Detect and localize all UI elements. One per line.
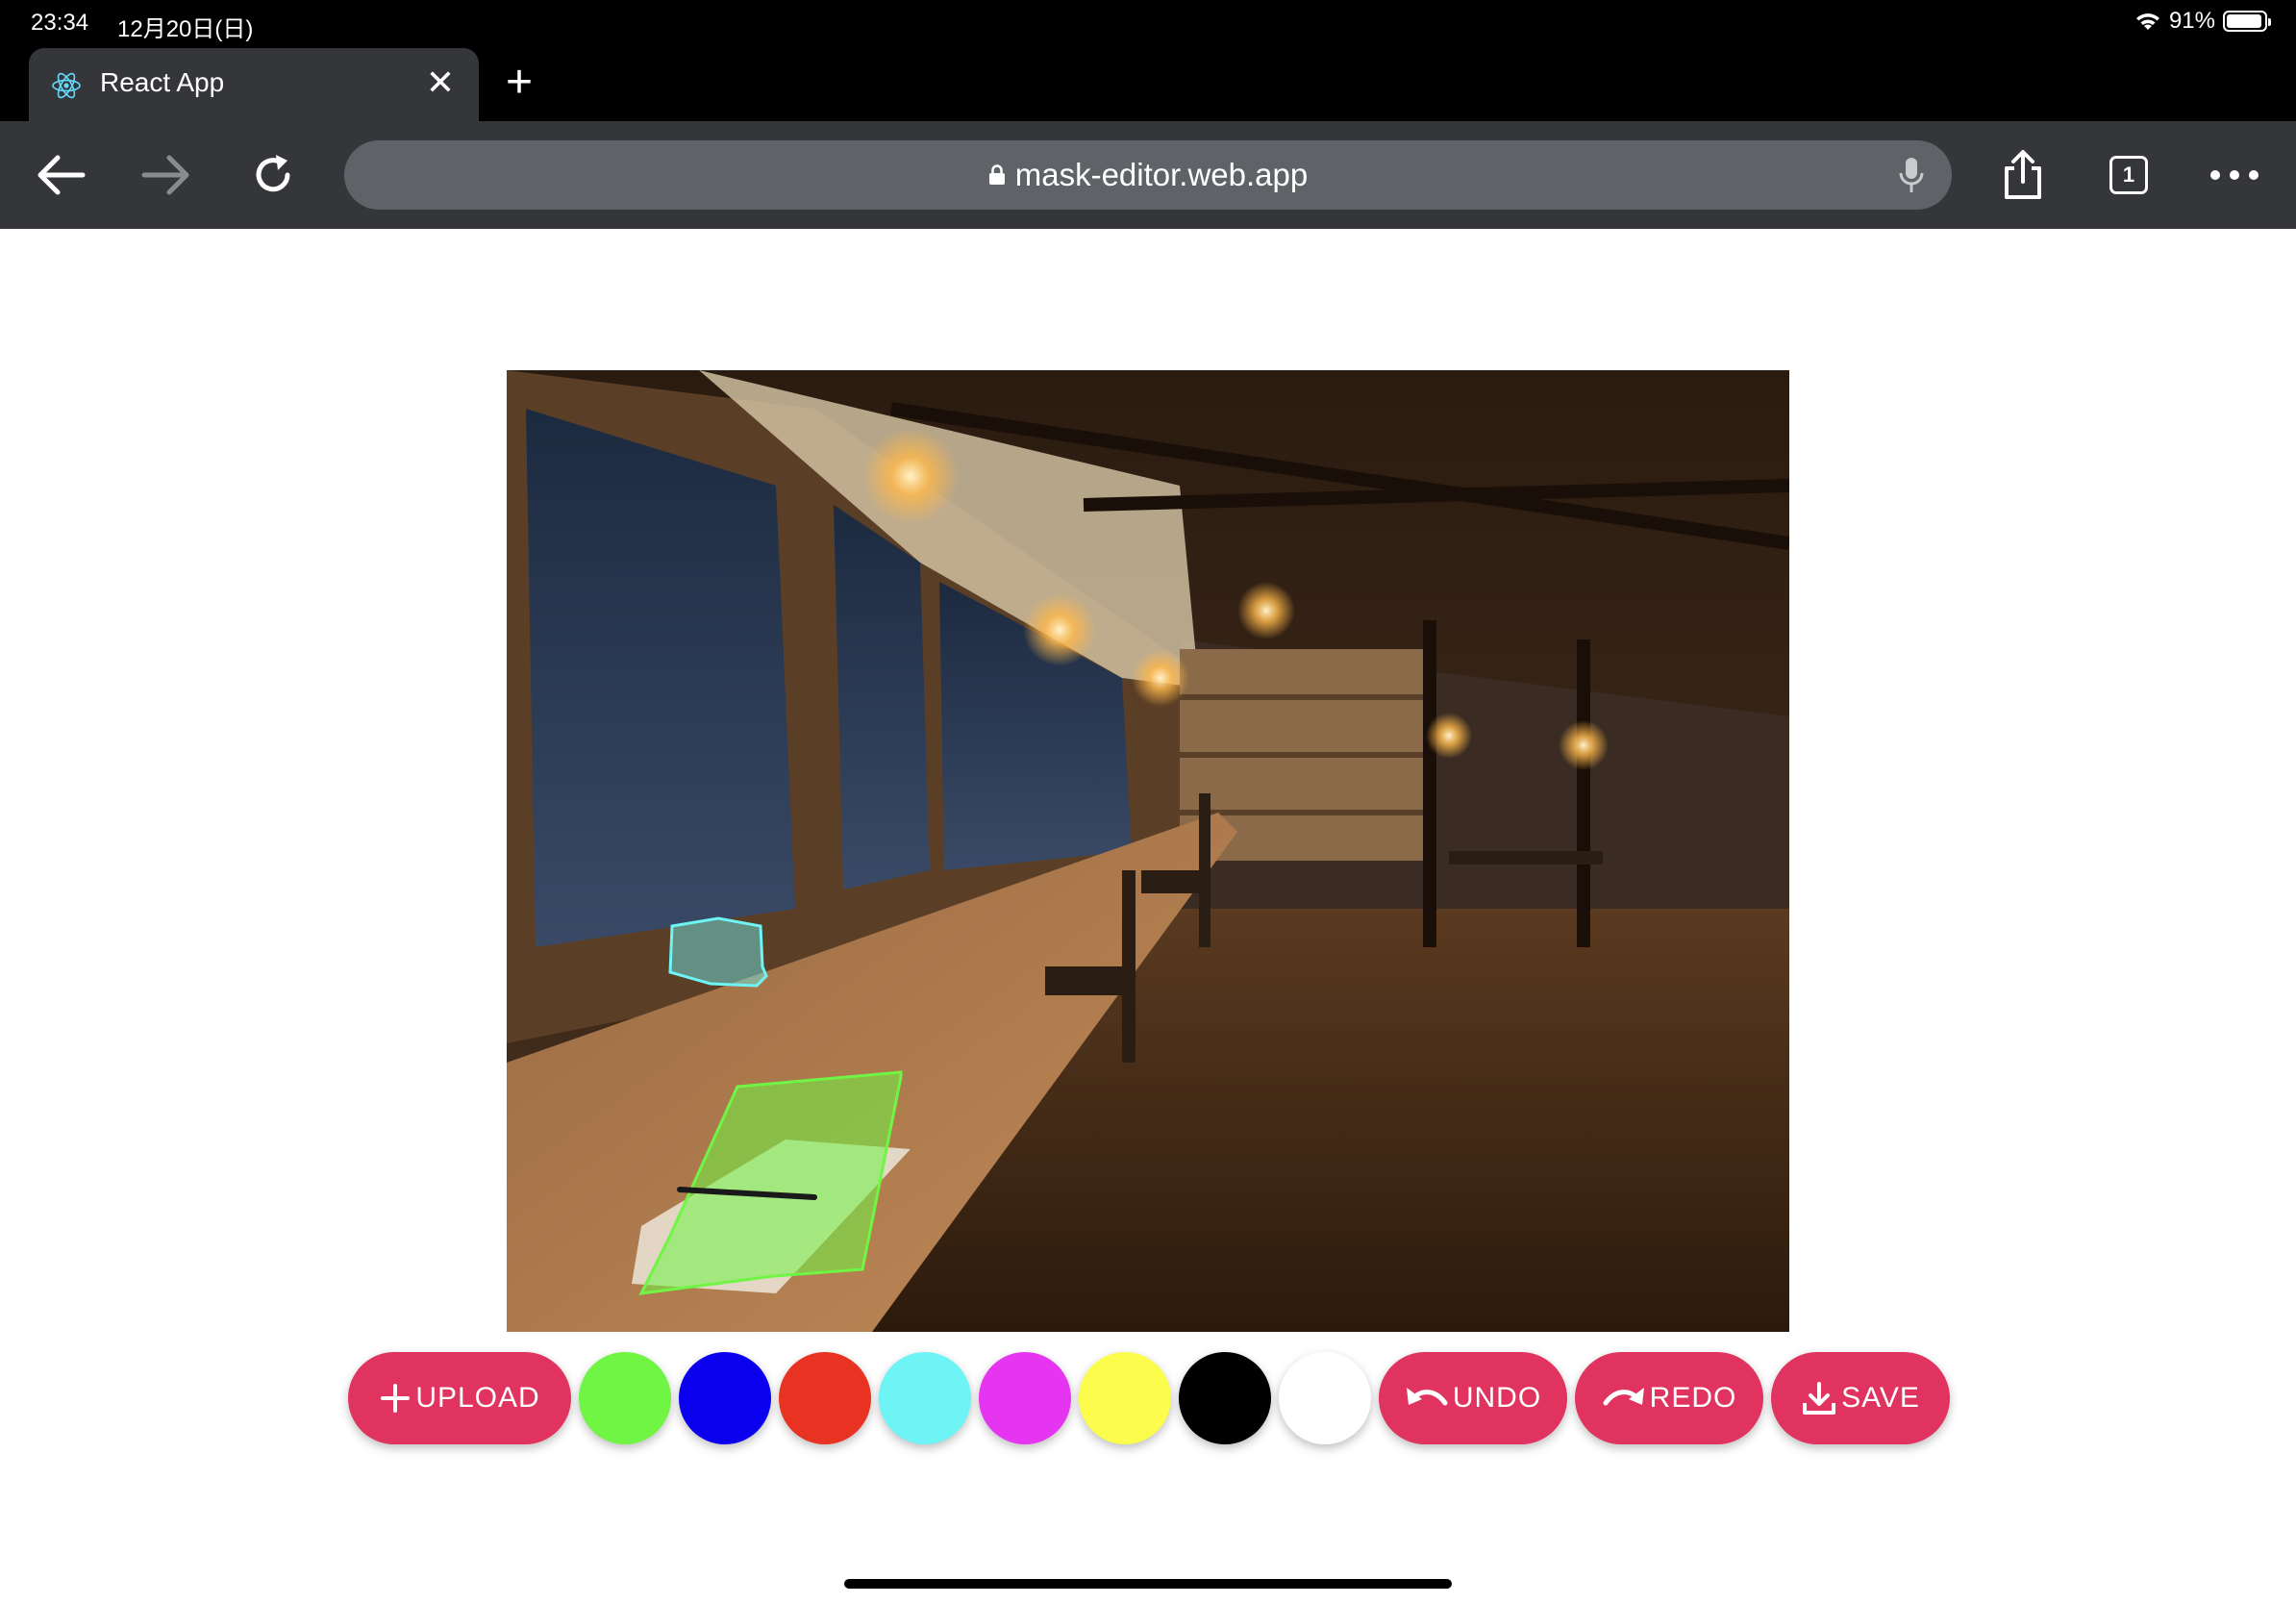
tab-title: React App <box>100 67 225 97</box>
new-tab-button[interactable]: + <box>496 52 542 113</box>
download-icon <box>1803 1382 1836 1415</box>
menu-button[interactable] <box>2204 144 2265 206</box>
microphone-icon <box>1899 158 1924 192</box>
back-button[interactable] <box>31 144 92 206</box>
status-time: 23:34 <box>31 10 89 36</box>
cyan-mask-region <box>668 916 768 988</box>
tab-strip: React App ✕ + <box>0 46 2296 121</box>
canvas-image <box>507 370 1789 1332</box>
share-icon <box>2005 150 2041 199</box>
upload-button[interactable]: UPLOAD <box>348 1352 571 1444</box>
color-swatch-black[interactable] <box>1179 1352 1271 1444</box>
forward-arrow-icon <box>141 155 189 195</box>
address-bar[interactable]: mask-editor.web.app <box>344 140 1952 210</box>
share-button[interactable] <box>1992 144 2054 206</box>
status-date: 12月20日(日) <box>117 16 254 42</box>
status-indicators: 91% <box>2134 8 2271 35</box>
reload-button[interactable] <box>242 144 304 206</box>
more-options-icon <box>2210 170 2259 180</box>
save-button[interactable]: SAVE <box>1771 1352 1950 1444</box>
back-arrow-icon <box>37 155 86 195</box>
color-swatch-red[interactable] <box>779 1352 871 1444</box>
color-swatch-yellow[interactable] <box>1079 1352 1171 1444</box>
reload-icon <box>256 155 290 192</box>
voice-search-button[interactable] <box>1890 154 1933 196</box>
forward-button[interactable] <box>135 144 196 206</box>
redo-label: REDO <box>1649 1382 1737 1414</box>
wifi-icon <box>2135 13 2159 30</box>
editor-controls: UPLOAD UNDO REDO SAVE <box>348 1352 1950 1444</box>
browser-tab[interactable]: React App ✕ <box>29 48 479 121</box>
undo-label: UNDO <box>1452 1382 1542 1414</box>
plus-icon <box>381 1384 411 1413</box>
undo-button[interactable]: UNDO <box>1379 1352 1567 1444</box>
color-swatch-magenta[interactable] <box>979 1352 1071 1444</box>
color-swatch-white[interactable] <box>1279 1352 1371 1444</box>
undo-icon <box>1406 1388 1448 1406</box>
redo-button[interactable]: REDO <box>1575 1352 1763 1444</box>
save-label: SAVE <box>1841 1382 1920 1414</box>
status-bar: 23:34 12月20日(日) 91% <box>0 0 2296 46</box>
battery-icon <box>2223 11 2271 32</box>
url-text: mask-editor.web.app <box>1014 157 1309 192</box>
home-indicator <box>844 1579 1452 1589</box>
lock-icon <box>988 164 1005 185</box>
mask-canvas[interactable] <box>507 370 1789 1332</box>
battery-percent: 91% <box>2168 8 2215 34</box>
close-tab-icon[interactable]: ✕ <box>421 60 460 106</box>
color-swatch-cyan[interactable] <box>879 1352 971 1444</box>
color-swatch-green[interactable] <box>579 1352 671 1444</box>
tab-switcher-button[interactable]: 1 <box>2098 144 2159 206</box>
tab-count: 1 <box>2109 156 2148 194</box>
redo-icon <box>1603 1388 1644 1406</box>
react-logo-icon <box>52 72 81 99</box>
color-swatch-blue[interactable] <box>679 1352 771 1444</box>
upload-label: UPLOAD <box>415 1382 540 1414</box>
address-content: mask-editor.web.app <box>344 140 1952 210</box>
browser-toolbar: mask-editor.web.app 1 <box>0 121 2296 229</box>
